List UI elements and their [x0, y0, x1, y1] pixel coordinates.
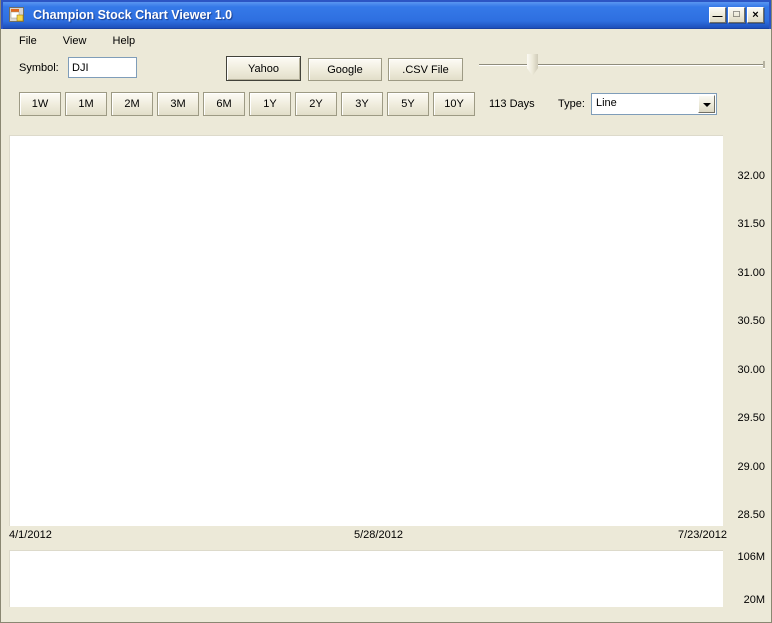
date-tick-start: 4/1/2012: [9, 529, 52, 541]
menu-help[interactable]: Help: [106, 33, 143, 49]
price-tick: 32.00: [737, 170, 765, 182]
maximize-icon: □: [733, 9, 740, 20]
price-tick: 30.00: [737, 364, 765, 376]
price-tick: 29.50: [737, 412, 765, 424]
volume-chart-area: [9, 550, 723, 607]
maximize-button[interactable]: □: [728, 7, 745, 23]
symbol-input[interactable]: [68, 57, 137, 78]
period-3y-button[interactable]: 3Y: [341, 92, 383, 116]
period-1y-button[interactable]: 1Y: [249, 92, 291, 116]
title-bar[interactable]: Champion Stock Chart Viewer 1.0 — □ ×: [1, 0, 771, 29]
app-window: Champion Stock Chart Viewer 1.0 — □ × Fi…: [0, 0, 772, 623]
range-slider[interactable]: [471, 53, 767, 81]
price-chart-area[interactable]: [9, 135, 723, 526]
date-tick-end: 7/23/2012: [678, 529, 727, 541]
period-6m-button[interactable]: 6M: [203, 92, 245, 116]
period-5y-button[interactable]: 5Y: [387, 92, 429, 116]
type-label: Type:: [558, 98, 585, 110]
date-tick-middle: 5/28/2012: [354, 529, 403, 541]
volume-tick: 20M: [743, 594, 765, 606]
close-button[interactable]: ×: [747, 7, 764, 23]
days-count-label: 113 Days: [489, 98, 535, 110]
dropdown-arrow-button[interactable]: [698, 95, 715, 113]
google-button[interactable]: Google: [308, 58, 382, 81]
price-tick: 29.00: [737, 461, 765, 473]
window-title: Champion Stock Chart Viewer 1.0: [33, 8, 233, 22]
period-2y-button[interactable]: 2Y: [295, 92, 337, 116]
slider-track: [479, 64, 763, 66]
chevron-down-icon: [703, 103, 711, 107]
slider-thumb[interactable]: [527, 54, 538, 76]
menu-file[interactable]: File: [12, 33, 44, 49]
period-1m-button[interactable]: 1M: [65, 92, 107, 116]
period-3m-button[interactable]: 3M: [157, 92, 199, 116]
csv-file-button[interactable]: .CSV File: [388, 58, 463, 81]
price-tick: 31.00: [737, 267, 765, 279]
chart-type-selected-value: Line: [596, 97, 617, 109]
slider-track-end-tick: [763, 61, 765, 69]
period-2m-button[interactable]: 2M: [111, 92, 153, 116]
yahoo-button[interactable]: Yahoo: [226, 56, 301, 81]
menu-view[interactable]: View: [56, 33, 94, 49]
minimize-icon: —: [712, 11, 723, 22]
period-1w-button[interactable]: 1W: [19, 92, 61, 116]
symbol-label: Symbol:: [19, 62, 59, 74]
period-button-row: 1W 1M 2M 3M 6M 1Y 2Y 3Y 5Y 10Y 113 Days: [19, 92, 535, 116]
period-10y-button[interactable]: 10Y: [433, 92, 475, 116]
price-tick: 30.50: [737, 315, 765, 327]
volume-tick: 106M: [737, 551, 765, 563]
chart-type-dropdown[interactable]: Line: [591, 93, 717, 115]
close-icon: ×: [752, 9, 759, 21]
price-tick: 28.50: [737, 509, 765, 521]
app-icon: [9, 7, 24, 22]
menu-bar: File View Help: [12, 33, 151, 51]
price-tick: 31.50: [737, 218, 765, 230]
minimize-button[interactable]: —: [709, 7, 726, 23]
